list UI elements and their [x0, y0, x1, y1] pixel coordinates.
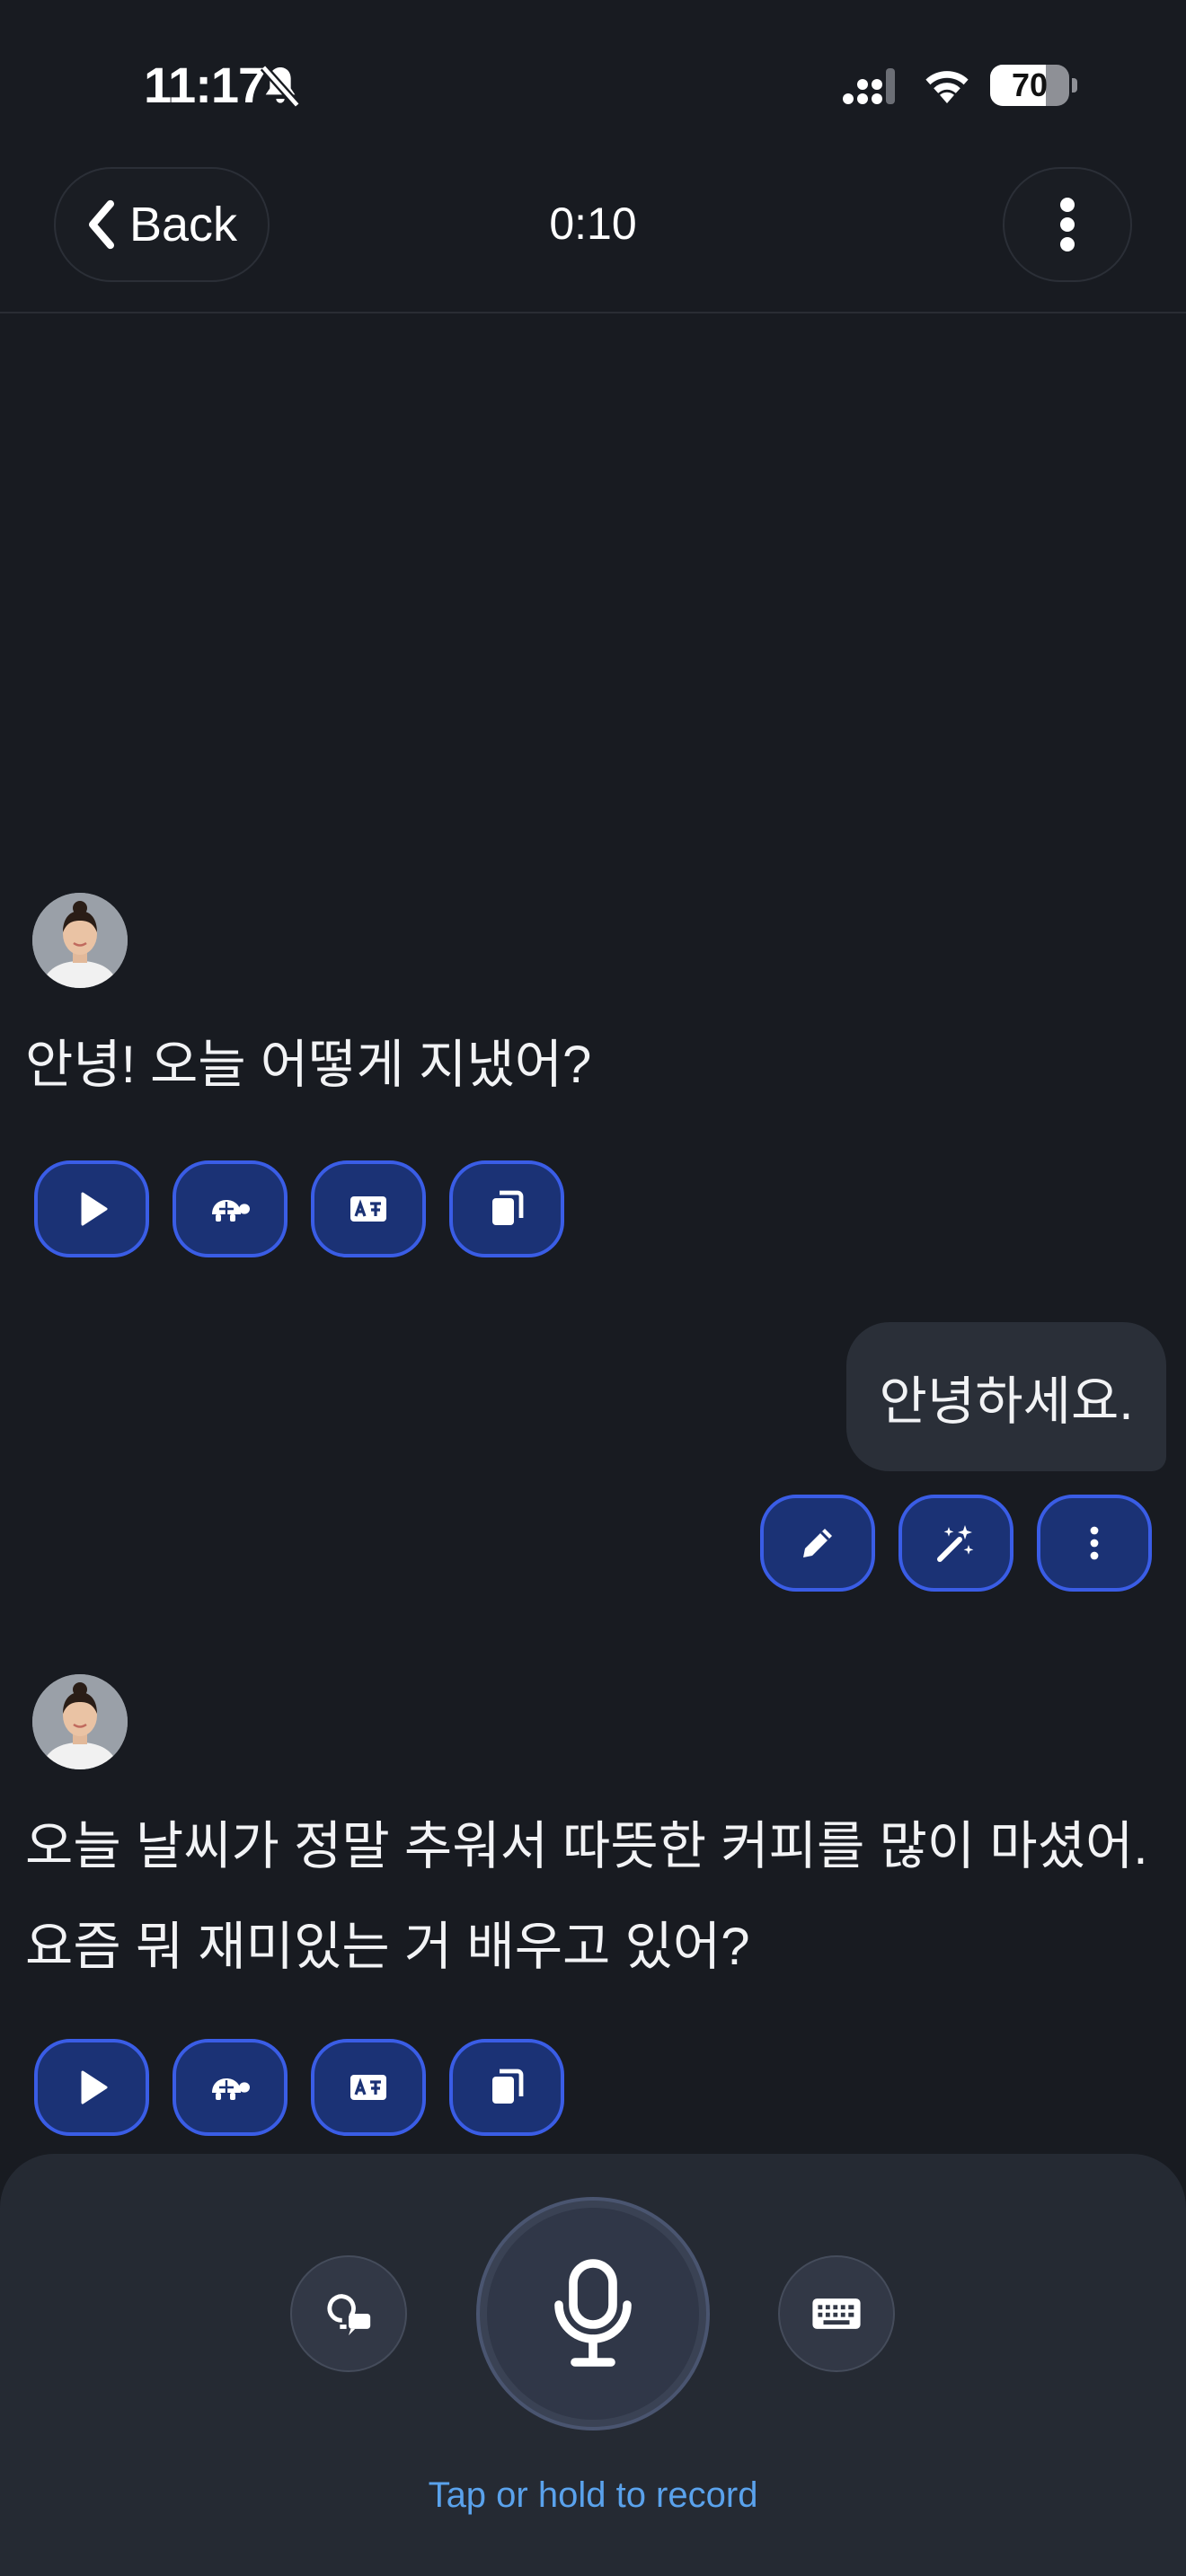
back-button[interactable]: Back: [54, 167, 270, 282]
record-button[interactable]: [476, 2197, 710, 2430]
pencil-edit-icon: [803, 1529, 832, 1557]
translate-icon: [350, 1196, 386, 1222]
avatar: [32, 893, 128, 988]
slow-play-button[interactable]: [173, 2039, 288, 2136]
status-time: 11:17: [144, 57, 266, 113]
keyboard-button[interactable]: [778, 2255, 895, 2372]
vertical-ellipsis-icon: [1090, 1526, 1099, 1560]
tutor-portrait: [32, 1674, 128, 1769]
session-timer: 0:10: [549, 198, 637, 249]
more-options-button[interactable]: [1003, 167, 1132, 282]
turtle-slow-icon: [212, 2078, 250, 2100]
improve-button[interactable]: [898, 1495, 1013, 1592]
hint-bulb-icon: [327, 2294, 371, 2336]
keyboard-icon: [812, 2298, 861, 2329]
microphone-icon: [554, 2259, 632, 2367]
chevron-left-icon: [88, 199, 114, 250]
avatar: [32, 1674, 128, 1769]
bell-slash-icon: [260, 64, 301, 109]
copy-button[interactable]: [449, 1160, 564, 1257]
assistant-message-line: 오늘 날씨가 정말 추워서 따뜻한 커피를 많이 마셨어.: [25, 1817, 1148, 1875]
hint-button[interactable]: [290, 2255, 407, 2372]
copy-icon: [492, 1190, 524, 1225]
play-button[interactable]: [34, 2039, 149, 2136]
slow-play-button[interactable]: [173, 1160, 288, 1257]
record-button-inner: [487, 2208, 699, 2420]
magic-wand-icon: [937, 1525, 974, 1562]
user-message-text: 안녕하세요.: [879, 1372, 1134, 1431]
translate-button[interactable]: [311, 2039, 426, 2136]
turtle-slow-icon: [212, 1200, 250, 1222]
play-icon: [81, 1192, 108, 1226]
play-icon: [81, 2070, 108, 2104]
wifi-icon: [925, 71, 969, 103]
play-button[interactable]: [34, 1160, 149, 1257]
translate-button[interactable]: [311, 1160, 426, 1257]
cellular-signal-icon: [843, 68, 895, 104]
message-more-button[interactable]: [1037, 1495, 1152, 1592]
copy-icon: [492, 2069, 524, 2104]
vertical-ellipsis-icon: [1060, 198, 1075, 251]
translate-icon: [350, 2075, 386, 2100]
assistant-message-line: 요즘 뭐 재미있는 거 배우고 있어?: [25, 1918, 750, 1976]
assistant-message-text: 안녕! 오늘 어떻게 지냈어?: [25, 1036, 592, 1094]
header-divider: [0, 312, 1186, 313]
battery-level: 70: [1011, 66, 1049, 103]
copy-button[interactable]: [449, 2039, 564, 2136]
user-message-bubble: 안녕하세요.: [846, 1322, 1166, 1471]
edit-button[interactable]: [760, 1495, 875, 1592]
battery-icon: 70: [990, 65, 1080, 108]
tutor-portrait: [32, 893, 128, 988]
back-label: Back: [128, 198, 238, 251]
record-hint: Tap or hold to record: [428, 2475, 758, 2515]
